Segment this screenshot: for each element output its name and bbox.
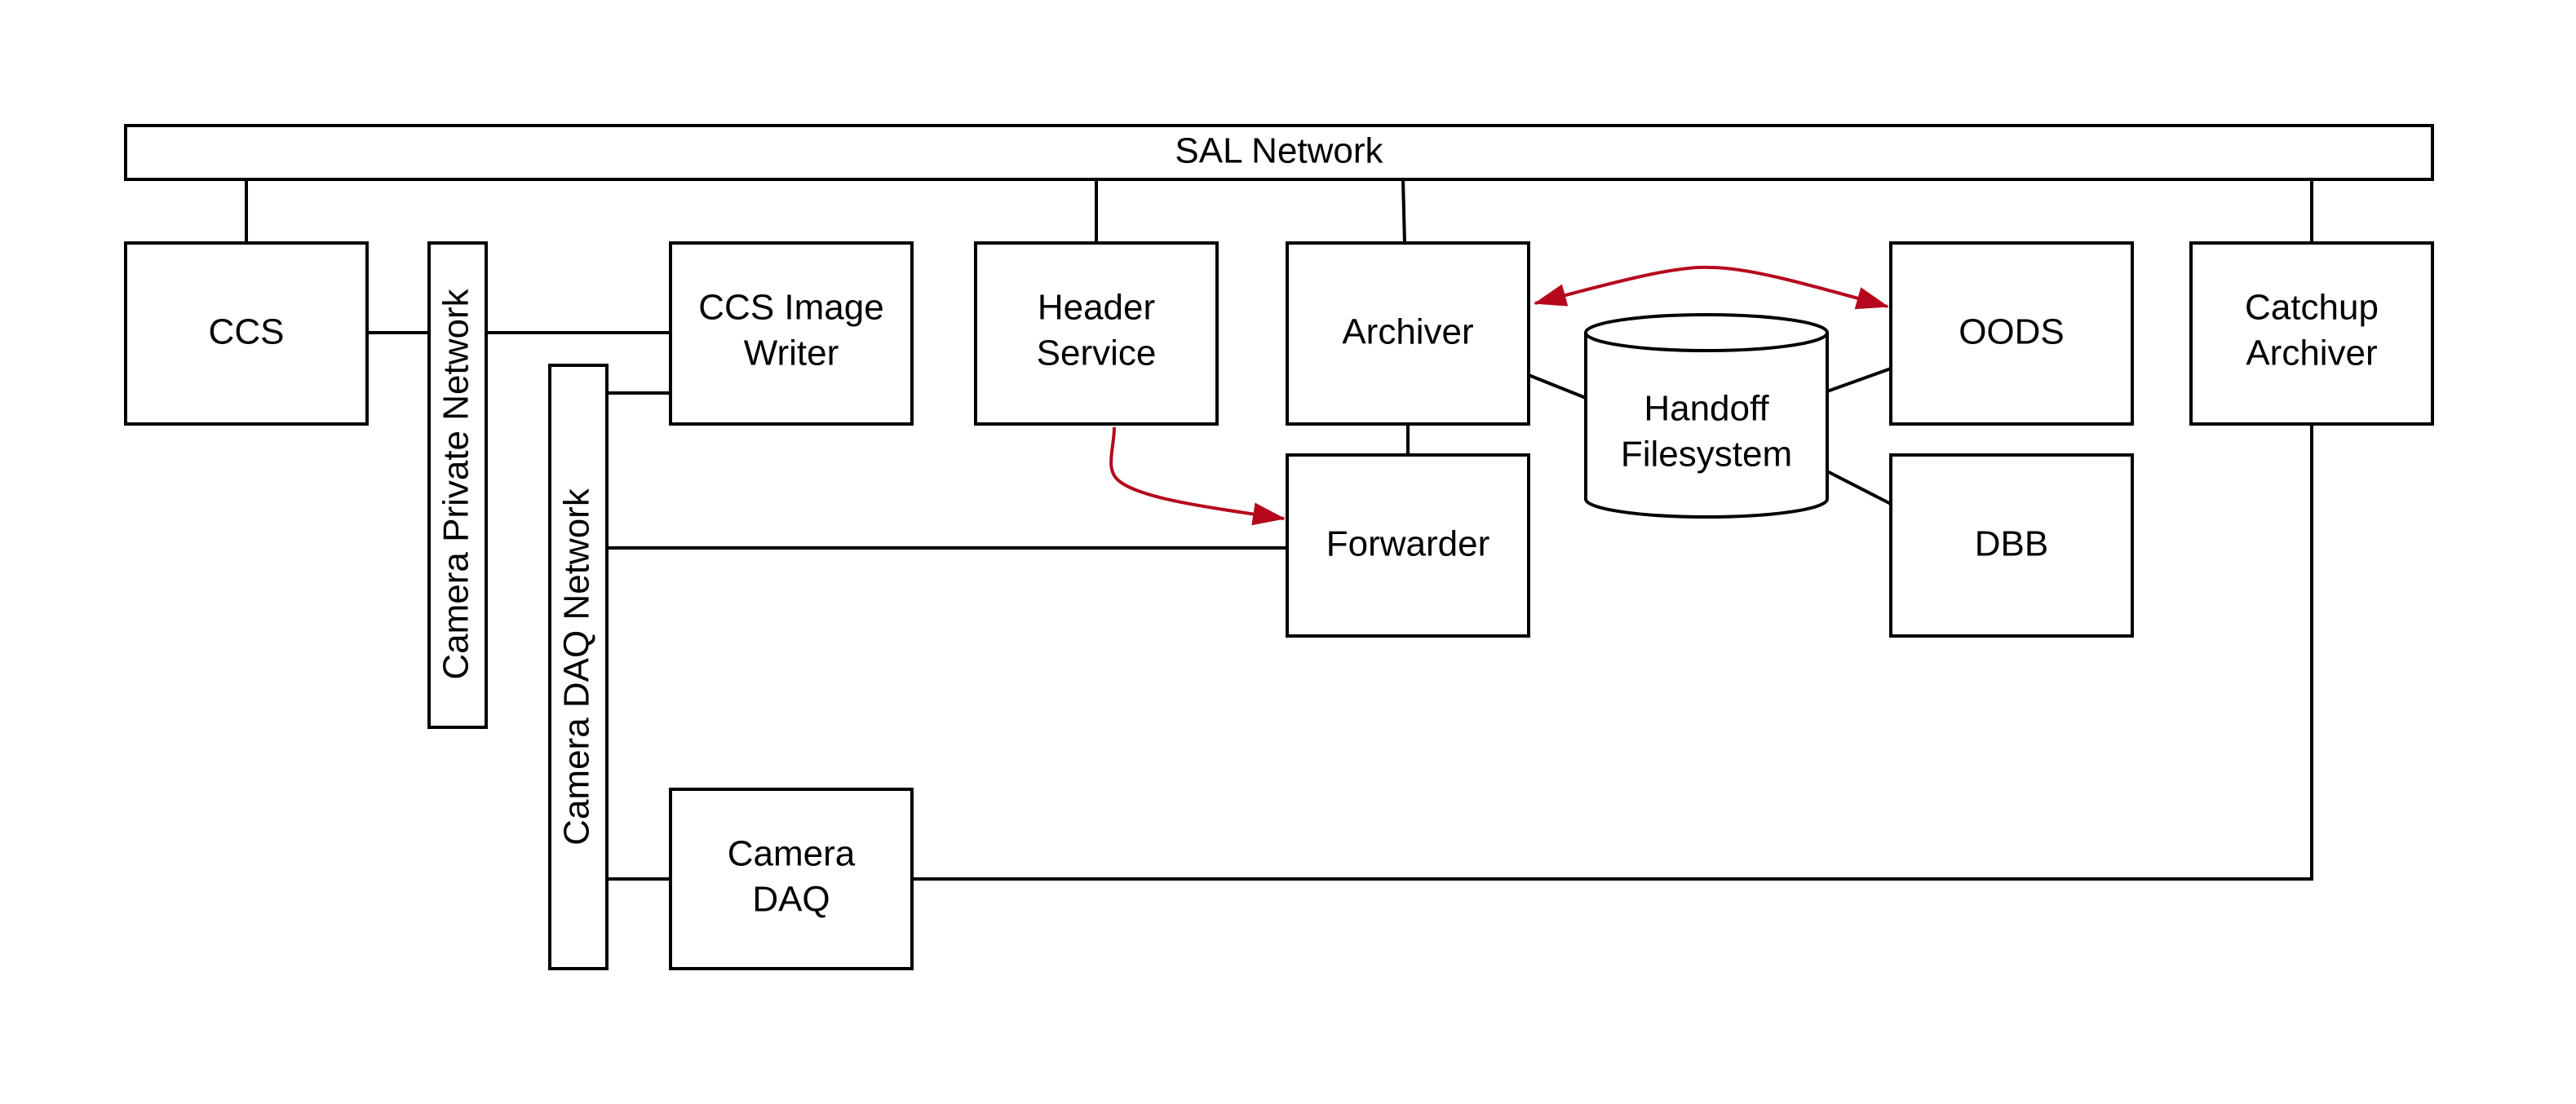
node-label: CCS: [209, 312, 285, 352]
node-label: Header: [1038, 288, 1155, 328]
node-archiver: Archiver: [1286, 241, 1530, 426]
node-label: Archiver: [2246, 333, 2377, 373]
archiver-oods-double-arrow: [1534, 265, 1889, 310]
node-forwarder: Forwarder: [1286, 453, 1530, 638]
node-ccs-image-writer: CCS Image Writer: [669, 241, 914, 426]
architecture-diagram: SAL Network Camera Private Network Camer…: [124, 124, 2434, 970]
node-label: Filesystem: [1621, 435, 1792, 475]
node-dbb: DBB: [1889, 453, 2134, 638]
node-header-service: Header Service: [974, 241, 1219, 426]
node-oods: OODS: [1889, 241, 2134, 426]
node-ccs: CCS: [124, 241, 369, 426]
camera-daq-network-label: Camera DAQ Network: [557, 488, 597, 846]
node-catchup-archiver: Catchup Archiver: [2189, 241, 2434, 426]
node-camera-daq: Camera DAQ: [669, 788, 914, 970]
node-label: Writer: [744, 333, 839, 373]
node-label: CCS Image: [698, 288, 883, 328]
node-label: Catchup: [2245, 288, 2379, 328]
node-label: Service: [1037, 333, 1157, 373]
node-label: Forwarder: [1326, 524, 1490, 564]
header-to-forwarder-arrow: [1109, 426, 1286, 526]
node-handoff-filesystem: Handoff Filesystem: [1584, 313, 1829, 519]
camera-private-network: Camera Private Network: [427, 241, 488, 729]
node-label: Handoff: [1644, 389, 1769, 429]
node-label: DBB: [1975, 524, 2048, 564]
node-label: OODS: [1959, 312, 2065, 352]
node-label: Camera: [728, 834, 856, 874]
sal-network-label: SAL Network: [1175, 131, 1383, 171]
camera-daq-network: Camera DAQ Network: [548, 364, 609, 970]
node-label: Archiver: [1342, 312, 1473, 352]
node-label: DAQ: [752, 880, 830, 920]
sal-network: SAL Network: [124, 124, 2434, 181]
camera-private-network-label: Camera Private Network: [436, 288, 476, 679]
